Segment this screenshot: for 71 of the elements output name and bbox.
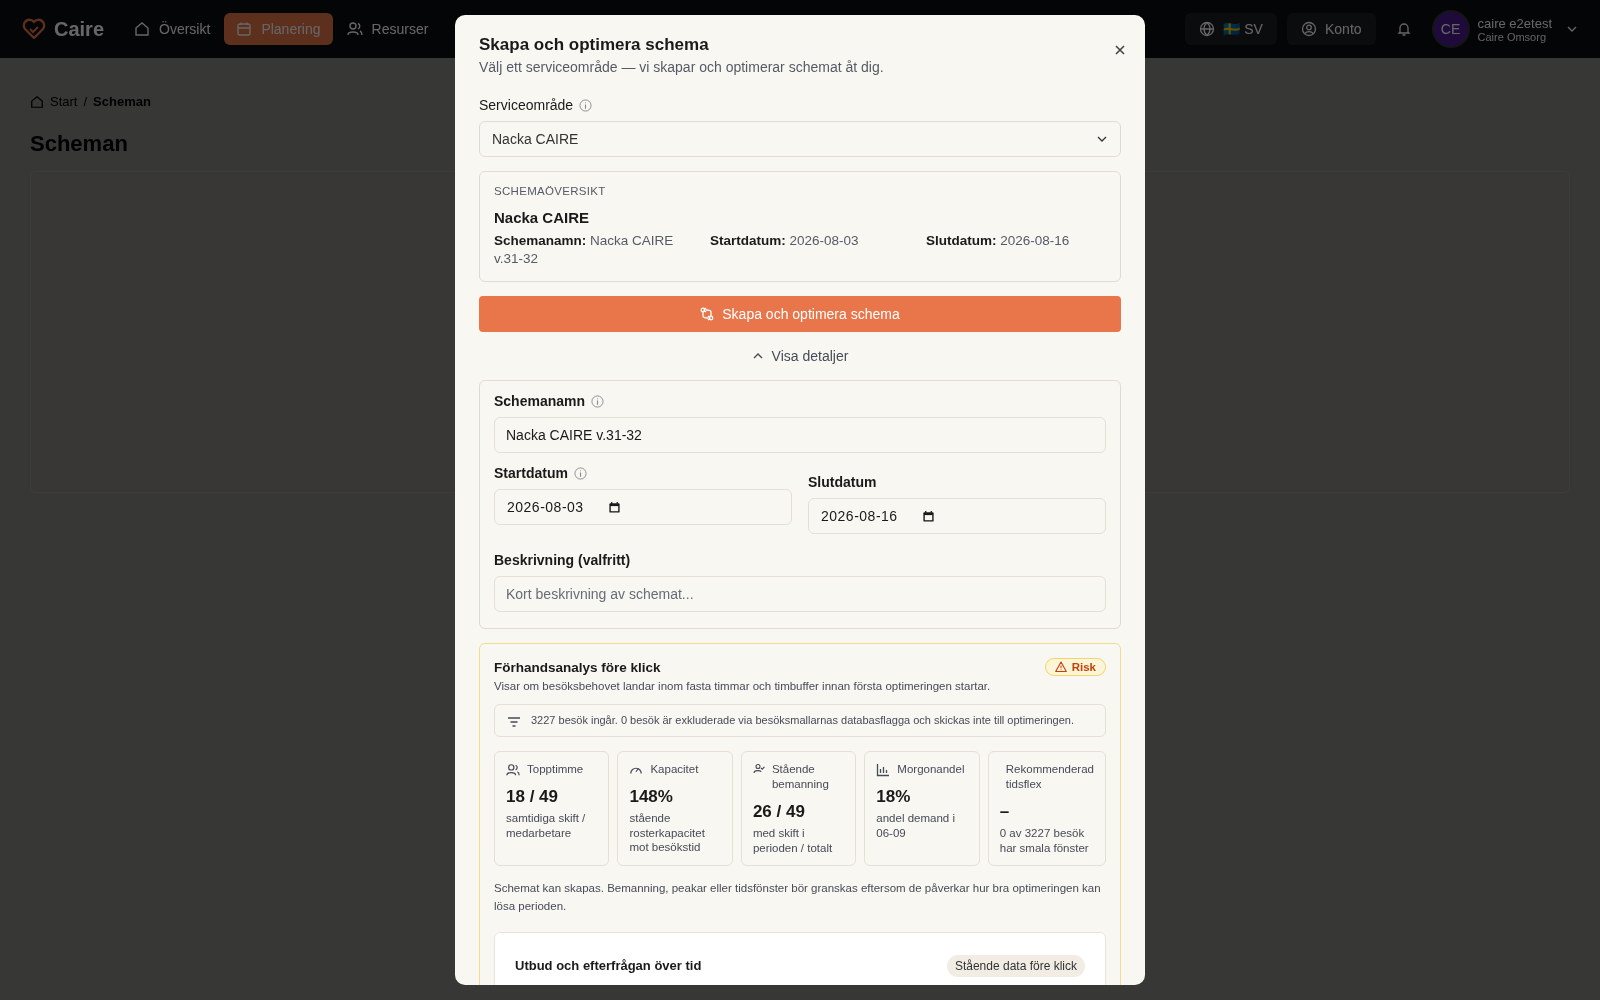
overview-field: Schemanamn: Nacka CAIRE v.31-32 [494, 232, 674, 269]
schedule-name-field[interactable]: Nacka CAIRE v.31-32 [494, 417, 1106, 454]
metric-label: Topptimme [527, 762, 584, 778]
details-toggle[interactable]: Visa detaljer [747, 344, 853, 369]
field-label: Schemanamn [494, 393, 586, 410]
calendar-icon[interactable] [922, 510, 935, 524]
user-avatar[interactable]: CE [1431, 10, 1470, 48]
metric-caption: stående rosterkapacitet mot besökstid [629, 811, 706, 855]
analysis-summary: Schemat kan skapas. Bemanning, peakar eller tidsfönster bör granskas eftersom de påverkar hur bra optimeringen kan lösa perioden. [494, 881, 1102, 914]
dialog-title: Skapa och optimera schema [479, 35, 709, 55]
description-field[interactable]: Kort beskrivning av schemat... [494, 576, 1106, 613]
metric-value: 18 / 49 [506, 787, 559, 808]
metric-value: 148% [629, 787, 674, 808]
bell-icon[interactable] [1395, 21, 1412, 37]
people-icon [506, 763, 520, 778]
area-name: Nacka CAIRE [494, 209, 591, 226]
user-circle-icon [1300, 21, 1317, 37]
chart-title: Utbud och efterfrågan över tid [515, 958, 702, 974]
nav-tab[interactable]: Resurser [334, 13, 441, 45]
analysis-description: Visar om besöksbehovet landar inom fasta timmar och timbuffer innan första optimeringen startar. [494, 680, 992, 693]
overview-field: Startdatum: 2026-08-03 [710, 232, 890, 269]
data-tag: Stående data före klick [946, 954, 1085, 977]
language-button[interactable]: 🇸🇪 SV [1185, 13, 1277, 45]
metric-label: Kapacitet [650, 762, 699, 778]
home-icon [134, 21, 151, 37]
user-check-icon [752, 763, 765, 776]
field-label: Slutdatum [808, 474, 877, 491]
calendar-icon[interactable] [608, 501, 621, 515]
heart-logo-icon [22, 18, 46, 40]
home-icon [30, 94, 44, 109]
breadcrumb-separator: / [83, 94, 88, 109]
dialog-subtitle: Välj ett serviceområde — vi skapar och optimerar schemat åt dig. [479, 59, 885, 75]
metric-caption: 0 av 3227 besök har smala fönster [999, 826, 1090, 856]
field-label: Startdatum [494, 465, 568, 482]
note-text: 3227 besök ingår. 0 besök är exkluderade via besöksmallarnas databasflagga och skickas inte till optimeringen. [531, 713, 1074, 729]
metric-label: Stående bemanning [771, 762, 830, 793]
metric-value: – [999, 802, 1011, 823]
info-icon[interactable] [591, 394, 605, 408]
date-field[interactable]: 2026-08-03 [494, 489, 792, 526]
metric-value: 26 / 49 [752, 802, 806, 823]
date-field[interactable]: 2026-08-16 [808, 498, 1106, 535]
overview-field: Slutdatum: 2026-08-16 [926, 232, 1106, 269]
info-icon[interactable] [579, 98, 593, 112]
calendar-icon [236, 21, 253, 37]
filter-icon [507, 716, 521, 729]
info-icon[interactable] [573, 466, 587, 480]
organization-name: Caire Omsorg [1477, 30, 1548, 43]
app-logo[interactable]: Caire [54, 17, 105, 41]
account-button[interactable]: Konto [1286, 13, 1376, 45]
field-label: Serviceområde [479, 97, 574, 113]
risk-badge: Risk [1044, 658, 1106, 677]
field-label: Beskrivning (valfritt) [494, 552, 631, 569]
analysis-title: Förhandsanalys före klick [494, 659, 661, 675]
nav-tab[interactable]: Planering [224, 13, 333, 45]
swap-arrows-icon [700, 307, 715, 322]
section-heading: SCHEMAÖVERSIKT [494, 185, 607, 197]
warning-icon [1054, 661, 1067, 674]
bar-chart-icon [876, 763, 891, 778]
metric-label: Rekommenderad tidsflex [1004, 762, 1094, 793]
globe-icon [1199, 21, 1216, 37]
close-icon [1114, 44, 1126, 56]
metric-caption: samtidiga skift / medarbetare [506, 811, 587, 841]
metric-label: Morgonandel [897, 762, 965, 778]
nav-tab[interactable]: Översikt [122, 13, 223, 45]
metric-caption: andel demand i 06-09 [876, 811, 956, 841]
create-schedule-button[interactable]: Skapa och optimera schema [479, 296, 1121, 333]
metric-caption: med skift i perioden / totalt [752, 826, 834, 856]
people-icon [346, 21, 363, 37]
user-name: caire e2etest [1477, 15, 1552, 31]
metric-value: 18% [876, 787, 912, 808]
select-field[interactable]: Nacka CAIRE [479, 121, 1121, 157]
